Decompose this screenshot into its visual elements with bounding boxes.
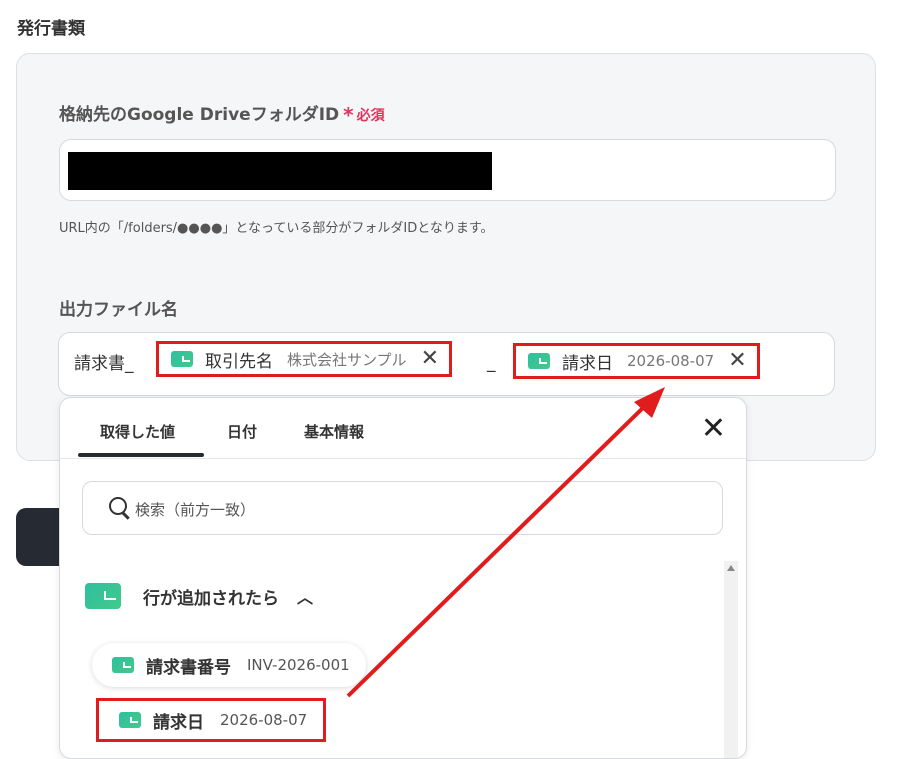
item-label: 請求日	[153, 712, 204, 733]
trigger-group-header[interactable]: 行が追加されたら ︿	[85, 583, 313, 609]
value-picker-dropdown: 取得した値 日付 基本情報 ✕ 検索（前方一致） 行が追加されたら ︿ 請求書番…	[59, 397, 747, 759]
chip-value: 株式会社サンプル	[287, 350, 407, 369]
close-icon[interactable]: ✕	[701, 414, 726, 444]
search-placeholder: 検索（前方一致）	[135, 501, 256, 519]
list-item-invoice-number[interactable]: 請求書番号 INV-2026-001	[92, 643, 366, 687]
active-tab-indicator	[78, 453, 204, 457]
spreadsheet-icon	[528, 353, 550, 369]
chip-client-name[interactable]: 取引先名 株式会社サンプル ✕	[156, 341, 452, 377]
chevron-up-icon[interactable]: ︿	[297, 584, 313, 608]
scroll-up-icon[interactable]	[727, 565, 735, 571]
folder-id-input[interactable]	[59, 139, 836, 201]
required-asterisk: *	[343, 103, 354, 127]
scrollbar[interactable]	[724, 561, 738, 758]
spreadsheet-icon	[119, 712, 141, 728]
redacted-value	[68, 152, 492, 190]
required-badge: 必須	[356, 108, 385, 124]
tab-fetched-values[interactable]: 取得した値	[100, 421, 175, 442]
item-value: 2026-08-07	[220, 711, 308, 729]
chip-label: 取引先名	[205, 351, 273, 372]
search-input[interactable]: 検索（前方一致）	[82, 481, 723, 535]
close-icon[interactable]: ✕	[421, 348, 439, 370]
item-label: 請求書番号	[146, 657, 231, 678]
folder-id-hint: URL内の「/folders/●●●●」となっている部分がフォルダIDとなります…	[59, 221, 494, 236]
group-label: 行が追加されたら	[143, 588, 279, 609]
tab-bar: 取得した値 日付 基本情報 ✕	[60, 398, 746, 459]
tab-date[interactable]: 日付	[227, 421, 257, 442]
list-item-invoice-date[interactable]: 請求日 2026-08-07	[96, 698, 327, 742]
spreadsheet-icon	[112, 657, 134, 673]
chip-label: 請求日	[562, 353, 613, 374]
search-icon	[109, 497, 127, 515]
close-icon[interactable]: ✕	[728, 350, 746, 372]
filename-separator: _	[487, 353, 496, 373]
spreadsheet-icon	[85, 583, 121, 609]
chip-invoice-date[interactable]: 請求日 2026-08-07 ✕	[513, 343, 760, 379]
item-value: INV-2026-001	[247, 656, 350, 674]
filename-prefix: 請求書_	[74, 354, 134, 374]
section-title: 発行書類	[17, 19, 85, 39]
folder-id-label-text: 格納先のGoogle DriveフォルダID	[59, 105, 340, 125]
folder-id-label: 格納先のGoogle DriveフォルダID * 必須	[59, 100, 385, 127]
tab-basic-info[interactable]: 基本情報	[304, 421, 364, 442]
filename-label: 出力ファイル名	[59, 300, 178, 320]
chip-value: 2026-08-07	[627, 352, 715, 370]
spreadsheet-icon	[171, 351, 193, 367]
filename-input[interactable]: 請求書_ 取引先名 株式会社サンプル ✕ _ 請求日 2026-08-07 ✕	[58, 332, 835, 396]
